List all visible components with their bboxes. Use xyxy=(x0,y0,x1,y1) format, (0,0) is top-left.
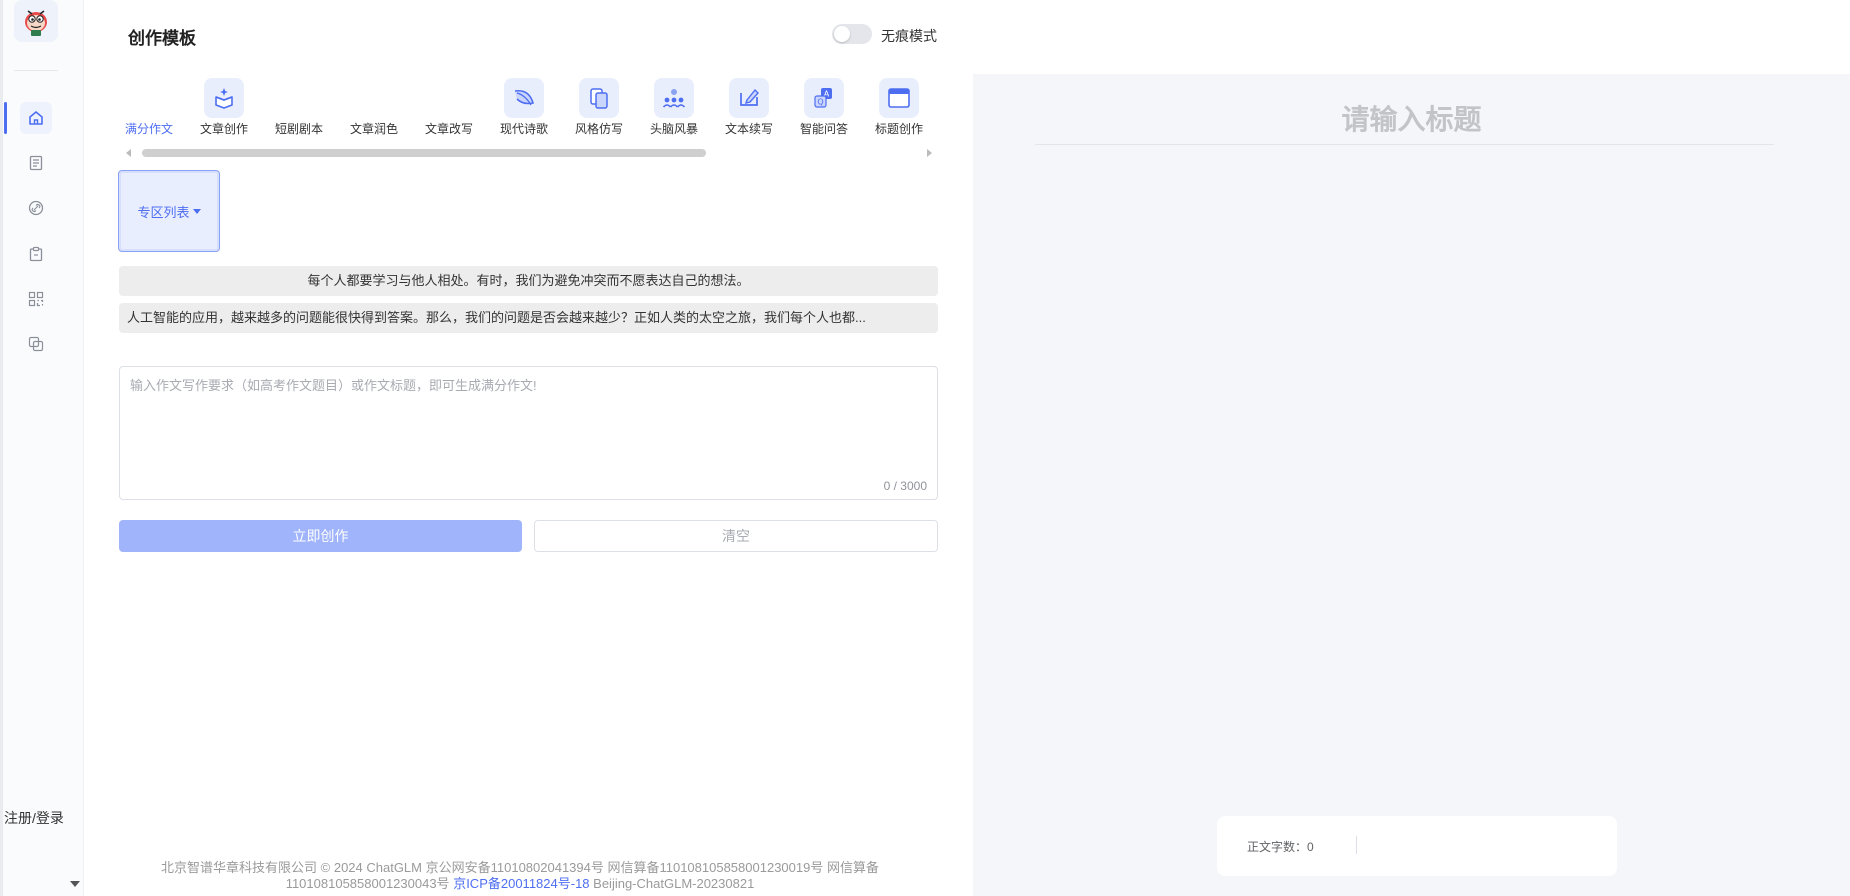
sidebar-item-copies[interactable] xyxy=(20,328,52,360)
document-title-placeholder[interactable]: 请输入标题 xyxy=(973,98,1850,138)
link-icon xyxy=(28,200,44,216)
tab-icon-placeholder xyxy=(129,78,169,118)
tab-label: 标题创作 xyxy=(874,122,923,136)
grid-apps-icon xyxy=(28,291,44,307)
stats-divider xyxy=(1356,836,1357,854)
tab-icon xyxy=(729,78,769,118)
create-now-button[interactable]: 立即创作 xyxy=(119,520,522,552)
scroll-right-arrow-icon[interactable] xyxy=(927,149,932,157)
tab-text-continuation[interactable]: 文本续写 xyxy=(714,78,784,138)
tab-icon xyxy=(579,78,619,118)
login-register-link[interactable]: 注册/登录 xyxy=(4,808,64,828)
tab-label: 智能问答 xyxy=(799,122,848,136)
sidebar-item-documents[interactable] xyxy=(20,147,52,179)
pages-icon xyxy=(590,88,608,109)
zone-list-label: 专区列表 xyxy=(137,204,190,220)
sidebar-edge xyxy=(0,0,3,896)
sidebar-item-clipboard[interactable] xyxy=(20,238,52,270)
tab-label: 头脑风暴 xyxy=(649,122,698,136)
word-count-bar: 正文字数：0 xyxy=(1217,816,1617,876)
tab-style-imitation[interactable]: 风格仿写 xyxy=(564,78,634,138)
word-count-label: 正文字数：0 xyxy=(1247,840,1314,854)
tab-icon-placeholder xyxy=(279,78,319,118)
tab-label: 风格仿写 xyxy=(574,122,623,136)
traceless-mode-toggle[interactable] xyxy=(832,24,872,44)
window-title-icon xyxy=(888,88,910,108)
scroll-left-arrow-icon[interactable] xyxy=(126,149,131,157)
scrollbar-thumb[interactable] xyxy=(142,149,706,157)
footer: 北京智谱华章科技有限公司 © 2024 ChatGLM 京公网安备1101080… xyxy=(130,860,910,892)
sample-prompt-item[interactable]: 每个人都要学习与他人相处。有时，我们为避免冲突而不愿表达自己的想法。 xyxy=(119,266,938,296)
traceless-mode-label: 无痕模式 xyxy=(881,28,937,44)
people-idea-icon xyxy=(662,89,686,108)
sidebar-divider xyxy=(14,70,58,71)
tab-article-rewrite[interactable]: 文章改写 xyxy=(414,78,484,138)
icp-link[interactable]: 京ICP备20011824号-18 xyxy=(453,876,589,891)
tab-smart-qa[interactable]: A Q 智能问答 xyxy=(789,78,859,138)
tab-title-creation[interactable]: 标题创作 xyxy=(864,78,934,138)
sidebar-item-links[interactable] xyxy=(20,192,52,224)
caret-down-icon xyxy=(192,208,201,214)
footer-record-number: 110108105858001230043号 xyxy=(285,876,450,891)
title-divider xyxy=(1035,144,1774,145)
tab-label: 文章创作 xyxy=(199,122,248,136)
tab-label: 文本续写 xyxy=(724,122,773,136)
tab-icon xyxy=(504,78,544,118)
document-list-icon xyxy=(29,155,43,171)
logo-mascot-icon xyxy=(25,10,47,36)
preview-panel: 请输入标题 正文字数：0 xyxy=(973,74,1850,896)
tab-label: 现代诗歌 xyxy=(499,122,548,136)
clear-button[interactable]: 清空 xyxy=(534,520,938,552)
edit-box-icon xyxy=(740,88,759,106)
tab-label: 文章润色 xyxy=(349,122,398,136)
essay-prompt-field[interactable]: 0 / 3000 xyxy=(119,366,938,500)
tab-label: 满分作文 xyxy=(124,122,173,136)
tab-label: 短剧剧本 xyxy=(274,122,323,136)
essay-prompt-input[interactable] xyxy=(120,367,937,499)
tab-icon xyxy=(204,78,244,118)
tab-icon xyxy=(879,78,919,118)
tab-modern-poetry[interactable]: 现代诗歌 xyxy=(489,78,559,138)
active-nav-marker xyxy=(4,102,7,134)
clipboard-icon xyxy=(29,246,43,262)
svg-text:Q: Q xyxy=(817,98,823,107)
home-icon xyxy=(29,111,43,125)
sidebar-item-home[interactable] xyxy=(20,102,52,134)
sidebar-item-apps[interactable] xyxy=(20,283,52,315)
box-sparkle-icon xyxy=(215,88,233,109)
tab-icon-placeholder xyxy=(429,78,469,118)
footer-model-record: Beijing-ChatGLM-20230821 xyxy=(593,876,755,891)
qa-cards-icon: A Q xyxy=(814,88,832,108)
tab-article-polish[interactable]: 文章润色 xyxy=(339,78,409,138)
logo[interactable] xyxy=(14,0,58,42)
sidebar: 注册/登录 xyxy=(0,0,84,896)
feather-icon xyxy=(514,89,535,106)
page-title: 创作模板 xyxy=(128,29,196,48)
footer-line-1: 北京智谱华章科技有限公司 © 2024 ChatGLM 京公网安备1101080… xyxy=(161,860,879,875)
tab-icon xyxy=(654,78,694,118)
toggle-knob xyxy=(834,26,850,42)
copy-squares-icon xyxy=(28,336,44,352)
zone-list-dropdown[interactable]: 专区列表 xyxy=(118,170,220,252)
sample-prompt-item[interactable]: 人工智能的应用，越来越多的问题能很快得到答案。那么，我们的问题是否会越来越少？正… xyxy=(119,303,938,333)
chevron-down-icon[interactable] xyxy=(70,881,80,887)
template-tabs-scrollbar[interactable] xyxy=(126,148,932,158)
tab-label: 文章改写 xyxy=(424,122,473,136)
character-counter: 0 / 3000 xyxy=(883,479,927,493)
tab-article-creation[interactable]: 文章创作 xyxy=(189,78,259,138)
tab-full-score-essay[interactable]: 满分作文 xyxy=(114,78,184,138)
tab-icon-placeholder xyxy=(354,78,394,118)
tab-brainstorm[interactable]: 头脑风暴 xyxy=(639,78,709,138)
tab-short-drama-script[interactable]: 短剧剧本 xyxy=(264,78,334,138)
tab-icon: A Q xyxy=(804,78,844,118)
footer-line-2: 110108105858001230043号 京ICP备20011824号-18… xyxy=(130,876,910,892)
